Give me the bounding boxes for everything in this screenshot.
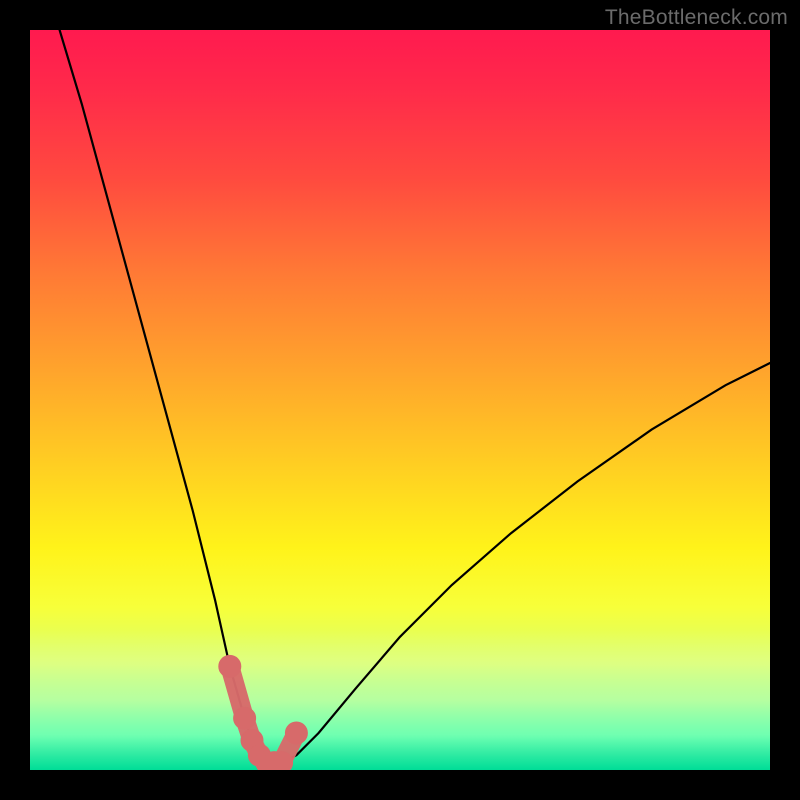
- optimal-marker-dot: [219, 655, 241, 677]
- plot-area: [30, 30, 770, 770]
- watermark-text: TheBottleneck.com: [605, 6, 788, 30]
- curve-line: [60, 30, 770, 763]
- chart-svg: [30, 30, 770, 770]
- optimal-marker-dot: [234, 707, 256, 729]
- optimal-marker-dot: [271, 752, 293, 770]
- chart-frame: TheBottleneck.com: [0, 0, 800, 800]
- optimal-marker-dot: [285, 722, 307, 744]
